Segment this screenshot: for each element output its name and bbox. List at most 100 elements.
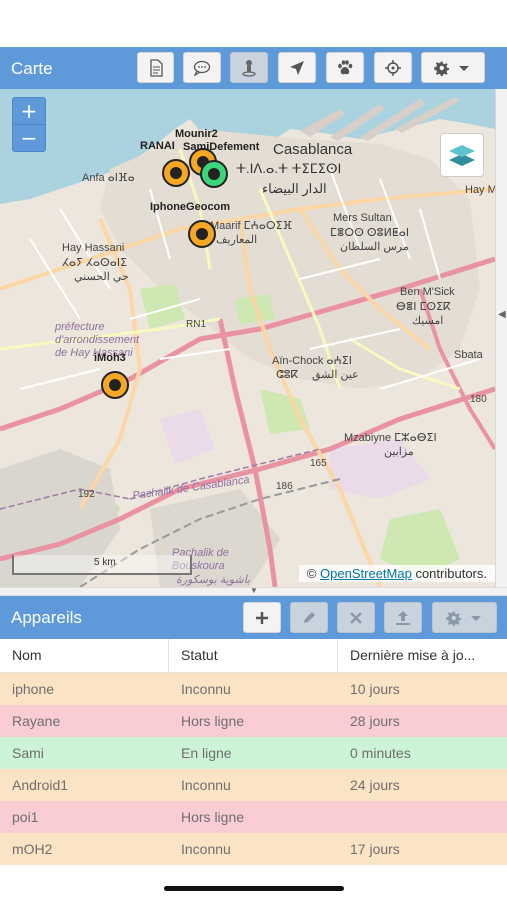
- attribution-copyright: ©: [306, 566, 317, 581]
- device-name-cell: Rayane: [12, 713, 61, 729]
- device-name-cell: poi1: [12, 809, 39, 825]
- place-label: Sbata: [454, 349, 483, 361]
- table-row[interactable]: poi1 Hors ligne: [0, 801, 507, 833]
- layers-icon: [449, 145, 475, 166]
- chevron-left-icon: ◀: [498, 309, 506, 320]
- place-label: Aïn-Chock ⴰⵄⵉⵏ: [272, 355, 352, 367]
- place-label: مزابين: [384, 446, 414, 458]
- attribution-text: contributors.: [415, 566, 487, 581]
- device-status-cell: Inconnu: [181, 681, 231, 697]
- table-row[interactable]: Rayane Hors ligne 28 jours: [0, 705, 507, 737]
- column-header-last-update[interactable]: Dernière mise à jo...: [338, 639, 507, 672]
- zoom-in-button[interactable]: +: [13, 98, 45, 125]
- place-label: Maarif ⵎⵄⴰⵔⵉⴼ: [210, 220, 293, 232]
- map-panel-title: Carte: [11, 59, 53, 78]
- place-label: Anfa ⴰⵏⴼⴰ: [82, 172, 135, 184]
- settings-dropdown-icon: [434, 61, 469, 76]
- place-label: Mzabiyne ⵎⵣⴰⴱⵉⵏ: [344, 432, 437, 444]
- add-icon: [256, 611, 268, 624]
- device-last-update-cell: 0 minutes: [350, 745, 411, 761]
- device-marker-label: iMoh3: [94, 352, 126, 364]
- scale-label: 5 km: [94, 557, 116, 568]
- table-row[interactable]: Sami En ligne 0 minutes: [0, 737, 507, 769]
- delete-icon: [350, 611, 362, 624]
- table-row[interactable]: iphone Inconnu 10 jours: [0, 673, 507, 705]
- device-last-update-cell: 10 jours: [350, 681, 400, 697]
- osm-link[interactable]: OpenStreetMap: [320, 566, 412, 581]
- column-header-name[interactable]: Nom: [0, 639, 169, 672]
- devices-panel-header: Appareils: [0, 596, 507, 639]
- device-last-update-cell: 17 jours: [350, 841, 400, 857]
- share-device-button[interactable]: [384, 602, 422, 633]
- place-label: Casablanca: [273, 141, 353, 158]
- reports-button[interactable]: [137, 52, 174, 83]
- column-header-status[interactable]: Statut: [169, 639, 338, 672]
- document-icon: [149, 58, 163, 77]
- device-marker[interactable]: [186, 218, 218, 250]
- map-view[interactable]: Casablanca ⵜ.ⵏⴷ.ⴰ.ⵜ ⵜⵉⵎⵉⵙⵏ الدار البيضاء…: [0, 89, 495, 587]
- place-label: Hay M: [465, 184, 495, 196]
- table-header: Nom Statut Dernière mise à jo...: [0, 639, 507, 673]
- zoom-out-button[interactable]: −: [13, 125, 45, 151]
- place-label: المعاريف: [216, 234, 258, 246]
- table-row[interactable]: mOH2 Inconnu 17 jours: [0, 833, 507, 865]
- place-label: عين الشق: [312, 369, 359, 381]
- place-label: ⵃⴰⵢ ⵃⴰⵙⴰⵏⵉ: [62, 257, 128, 269]
- commands-button[interactable]: [183, 52, 221, 83]
- table-row[interactable]: Android1 Inconnu 24 jours: [0, 769, 507, 801]
- place-label: ⴱⴻⵏ ⵎⵙⵉⴽ: [396, 301, 451, 313]
- edit-device-button[interactable]: [290, 602, 328, 633]
- devices-panel-title: Appareils: [11, 608, 82, 627]
- place-label: امسيك: [412, 315, 444, 327]
- map-panel-header: Carte: [0, 47, 507, 89]
- chevron-down-icon: ▼: [250, 586, 258, 595]
- scale-bar: 5 km: [12, 555, 192, 575]
- panel-splitter[interactable]: ▼: [0, 586, 507, 596]
- device-last-update-cell: [338, 801, 507, 833]
- layers-button[interactable]: [440, 133, 484, 177]
- place-label: حي الحسني: [74, 271, 129, 283]
- place-label: ⵎⴻⵔⵙ ⵙⵓⵍⵟⴰⵏ: [330, 227, 410, 239]
- history-button[interactable]: [326, 52, 364, 83]
- road-label: RN1: [186, 319, 207, 330]
- device-marker[interactable]: [198, 158, 230, 190]
- follow-device-button[interactable]: [230, 52, 268, 83]
- devices-table: Nom Statut Dernière mise à jo... iphone I…: [0, 639, 507, 865]
- road-label: 165: [310, 458, 327, 469]
- device-status-cell: Inconnu: [181, 841, 231, 857]
- device-name-cell: Sami: [12, 745, 44, 761]
- road-label: 186: [276, 481, 293, 492]
- devices-settings-button[interactable]: [432, 602, 497, 633]
- road-label: 180: [470, 394, 487, 405]
- navigation-arrow-icon: [290, 60, 304, 75]
- navigate-button[interactable]: [278, 52, 316, 83]
- device-marker[interactable]: [99, 369, 131, 401]
- person-pin-icon: [242, 59, 256, 77]
- device-name-cell: Android1: [12, 777, 69, 793]
- device-marker-label: Mounir2: [175, 128, 218, 140]
- place-label: مرس السلطان: [340, 241, 409, 253]
- place-label: ⵛⵓⴽ: [276, 369, 299, 381]
- zoom-control: + −: [12, 97, 46, 152]
- map-settings-button[interactable]: [421, 52, 485, 83]
- upload-icon: [396, 610, 410, 625]
- center-map-button[interactable]: [374, 52, 412, 83]
- edit-icon: [304, 611, 315, 623]
- side-panel-toggle[interactable]: ◀: [495, 89, 507, 587]
- delete-device-button[interactable]: [337, 602, 375, 633]
- home-indicator: [164, 886, 344, 891]
- place-label: Ben M'Sick: [400, 286, 455, 298]
- settings-dropdown-icon: [445, 611, 481, 626]
- device-status-cell: Inconnu: [181, 777, 231, 793]
- device-marker-label: RANAI: [140, 140, 175, 152]
- device-marker[interactable]: [160, 157, 192, 189]
- device-status-cell: Hors ligne: [181, 809, 245, 825]
- place-label: الدار البيضاء: [262, 181, 327, 196]
- paw-icon: [338, 60, 353, 75]
- device-last-update-cell: 24 jours: [350, 777, 400, 793]
- road-label: 192: [78, 489, 95, 500]
- chat-icon: [193, 60, 211, 76]
- map-attribution: © OpenStreetMap contributors.: [298, 565, 495, 582]
- device-marker-label: IphoneGeocom: [150, 201, 231, 213]
- add-device-button[interactable]: [243, 602, 281, 633]
